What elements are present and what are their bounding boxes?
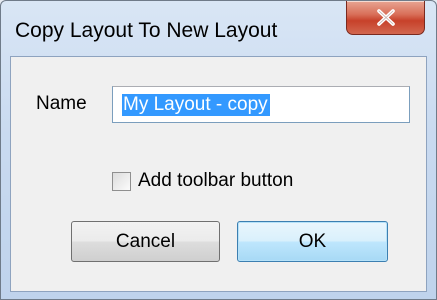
name-input[interactable]: My Layout - copy [112, 86, 410, 123]
close-button[interactable] [346, 1, 425, 35]
close-icon [377, 9, 395, 26]
name-label: Name [36, 93, 87, 114]
dialog-title: Copy Layout To New Layout [15, 19, 278, 42]
name-input-selected-text: My Layout - copy [122, 94, 270, 116]
add-toolbar-button-label[interactable]: Add toolbar button [138, 170, 293, 192]
dialog-window: Copy Layout To New Layout Name My Layout… [0, 0, 437, 300]
cancel-button[interactable]: Cancel [71, 221, 220, 262]
ok-button[interactable]: OK [237, 221, 388, 262]
title-bar[interactable]: Copy Layout To New Layout [1, 1, 436, 55]
add-toolbar-button-checkbox[interactable] [112, 172, 131, 191]
dialog-body: Name My Layout - copy Add toolbar button… [10, 56, 427, 292]
